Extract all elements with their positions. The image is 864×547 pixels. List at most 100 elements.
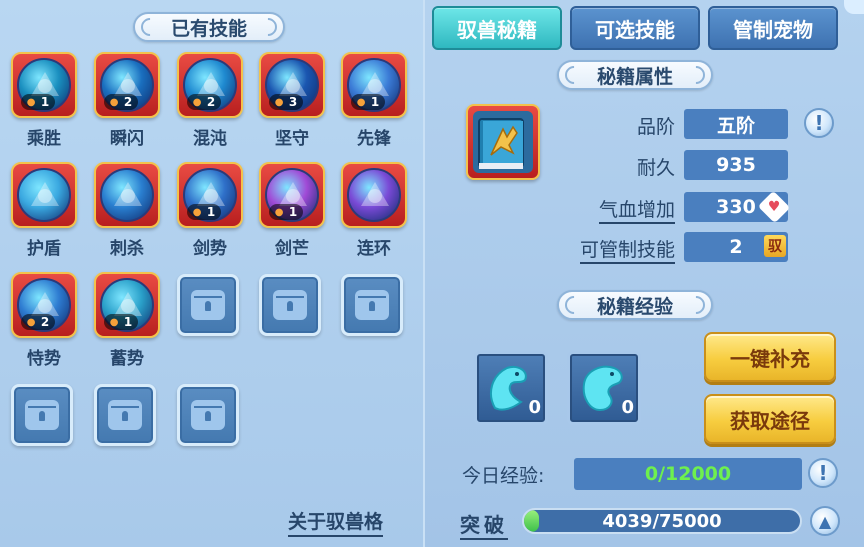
swirl-ornament-icon (683, 62, 709, 88)
skill-level-count: 2 (123, 95, 133, 109)
skill-level-badge: ● 3 (269, 94, 303, 110)
breakthrough-progress-bar: 4039/75000 (522, 508, 802, 534)
swirl-ornament-icon (683, 292, 709, 318)
attr-label-durability: 耐久 (636, 157, 675, 179)
skill-level-count: 1 (123, 315, 133, 329)
skill-name-label: 剑势 (193, 239, 227, 259)
skill-art-icon (100, 168, 154, 222)
manual-book-icon[interactable] (466, 104, 540, 180)
skill-name-label: 恃势 (27, 349, 61, 369)
attr-label-controllable-skills-text: 可管制技能 (579, 239, 675, 264)
skill-level-badge: ● 2 (21, 314, 55, 330)
skill-level-count: 1 (40, 95, 50, 109)
manual-exp-title-text: 秘籍经验 (596, 295, 673, 318)
swirl-ornament-icon (561, 62, 587, 88)
skill-name-label: 蓄势 (110, 349, 144, 369)
skill-icon-5[interactable] (11, 162, 77, 228)
today-exp-label: 今日经验: (462, 465, 545, 487)
paw-icon: ● (109, 316, 119, 328)
attr-label-hp-bonus[interactable]: 气血增加 (555, 195, 675, 224)
today-exp-info-icon[interactable]: ! (808, 458, 838, 488)
tab-optional-skills[interactable]: 可选技能 (570, 6, 700, 50)
today-exp-value: 0/12000 (574, 458, 802, 490)
skill-icon-2[interactable]: ● 2 (177, 52, 243, 118)
skill-name-label: 护盾 (27, 239, 61, 259)
breakthrough-up-icon[interactable]: ▲ (810, 506, 840, 536)
manual-attributes-title: 秘籍属性 (557, 60, 713, 90)
skill-level-count: 3 (288, 95, 298, 109)
grade-info-icon[interactable]: ! (804, 108, 834, 138)
paw-icon: ● (192, 206, 202, 218)
attr-label-controllable-skills[interactable]: 可管制技能 (555, 235, 675, 264)
skill-art-icon (347, 168, 401, 222)
swirl-ornament-icon (137, 14, 163, 40)
skill-icon-9[interactable] (341, 162, 407, 228)
paw-icon: ● (274, 96, 284, 108)
skill-level-count: 1 (206, 205, 216, 219)
skill-level-badge: ● 2 (104, 94, 138, 110)
swirl-ornament-icon (561, 292, 587, 318)
owned-skills-title: 已有技能 (133, 12, 285, 42)
skill-level-count: 2 (206, 95, 216, 109)
skill-level-badge: ● 1 (104, 314, 138, 330)
skill-icon-7[interactable]: ● 1 (177, 162, 243, 228)
manual-exp-title: 秘籍经验 (557, 290, 713, 320)
skill-art-icon (17, 168, 71, 222)
paw-icon: ● (109, 96, 119, 108)
skill-icon-4[interactable]: ● 1 (341, 52, 407, 118)
control-badge-icon: 驭 (764, 235, 786, 257)
skill-level-badge: ● 1 (269, 204, 303, 220)
empty-skill-slot[interactable] (341, 274, 403, 336)
empty-skill-slot[interactable] (11, 384, 73, 446)
window-corner (844, 0, 864, 14)
skill-icon-8[interactable]: ● 1 (259, 162, 325, 228)
skill-icon-3[interactable]: ● 3 (259, 52, 325, 118)
skill-name-label: 瞬闪 (110, 129, 144, 149)
skill-name-label: 先锋 (357, 129, 391, 149)
skill-name-label: 连环 (357, 239, 391, 259)
obtain-method-button[interactable]: 获取途径 (704, 394, 836, 444)
attr-label-hp-bonus-text: 气血增加 (598, 199, 675, 224)
skill-icon-10[interactable]: ● 2 (11, 272, 77, 338)
breakthrough-label: 突破 (460, 509, 508, 540)
attr-label-grade: 品阶 (636, 116, 675, 138)
skill-icon-6[interactable] (94, 162, 160, 228)
paw-icon: ● (274, 206, 284, 218)
skill-level-badge: ● 1 (187, 204, 221, 220)
breakthrough-progress-text: 4039/75000 (602, 510, 722, 532)
exp-item-qty: 0 (528, 397, 541, 418)
empty-skill-slot[interactable] (259, 274, 321, 336)
skill-level-count: 1 (288, 205, 298, 219)
empty-skill-slot[interactable] (177, 274, 239, 336)
empty-skill-slot[interactable] (94, 384, 156, 446)
skill-name-label: 剑芒 (275, 239, 309, 259)
skill-icon-11[interactable]: ● 1 (94, 272, 160, 338)
paw-icon: ● (192, 96, 202, 108)
about-beast-slot-link[interactable]: 关于驭兽格 (288, 507, 384, 537)
attr-value-grade: 五阶 (684, 109, 788, 139)
book-icon (473, 111, 533, 173)
skill-name-label: 乘胜 (27, 129, 61, 149)
skill-level-badge: ● 1 (351, 94, 385, 110)
one-click-refill-button[interactable]: 一键补充 (704, 332, 836, 382)
paw-icon: ● (26, 316, 36, 328)
skill-icon-0[interactable]: ● 1 (11, 52, 77, 118)
skill-name-label: 刺杀 (110, 239, 144, 259)
paw-icon: ● (356, 96, 366, 108)
empty-slot-icon (191, 400, 225, 430)
paw-icon: ● (26, 96, 36, 108)
swirl-ornament-icon (255, 14, 281, 40)
exp-item-slot[interactable]: 0 (474, 351, 548, 425)
skill-level-badge: ● 2 (187, 94, 221, 110)
manual-attributes-title-text: 秘籍属性 (596, 65, 673, 88)
empty-skill-slot[interactable] (177, 384, 239, 446)
attr-value-durability: 935 (684, 150, 788, 180)
empty-slot-icon (25, 400, 59, 430)
tab-beast-manual[interactable]: 驭兽秘籍 (432, 6, 562, 50)
skill-level-badge: ● 1 (21, 94, 55, 110)
skill-icon-1[interactable]: ● 2 (94, 52, 160, 118)
tab-controlled-pets[interactable]: 管制宠物 (708, 6, 838, 50)
empty-slot-icon (191, 290, 225, 320)
empty-slot-icon (108, 400, 142, 430)
exp-item-slot[interactable]: 0 (567, 351, 641, 425)
